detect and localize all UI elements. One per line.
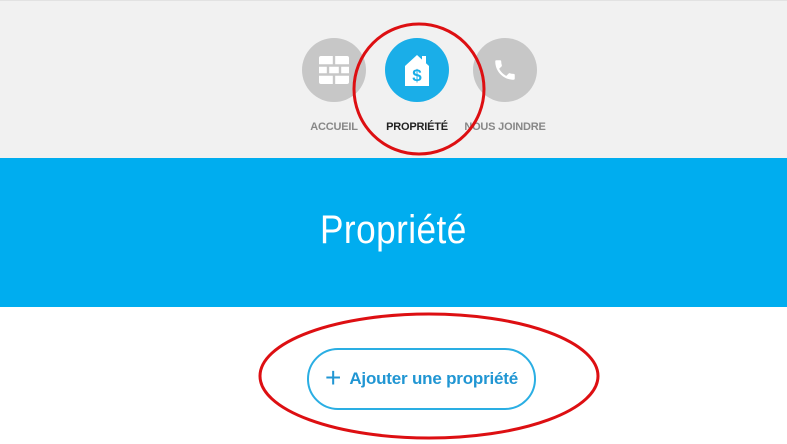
add-property-button[interactable]: + Ajouter une propriété [307,348,536,410]
brick-wall-icon [302,38,366,102]
house-dollar-icon: $ [385,38,449,102]
nav-label-nous-joindre: NOUS JOINDRE [464,121,546,133]
nav-item-propriete[interactable]: $ PROPRIÉTÉ [367,1,467,159]
plus-icon: + [324,361,342,393]
svg-text:$: $ [412,66,422,85]
add-property-label: Ajouter une propriété [349,369,518,388]
page: ACCUEIL $ PROPRIÉTÉ NOUS JOINDRE Proprié… [0,0,787,444]
nav-item-nous-joindre[interactable]: NOUS JOINDRE [455,1,555,159]
phone-icon [473,38,537,102]
page-title: Propriété [320,208,467,252]
top-navigation: ACCUEIL $ PROPRIÉTÉ NOUS JOINDRE [0,0,787,158]
nav-label-propriete: PROPRIÉTÉ [386,121,448,133]
hero-banner: Propriété [0,158,787,307]
